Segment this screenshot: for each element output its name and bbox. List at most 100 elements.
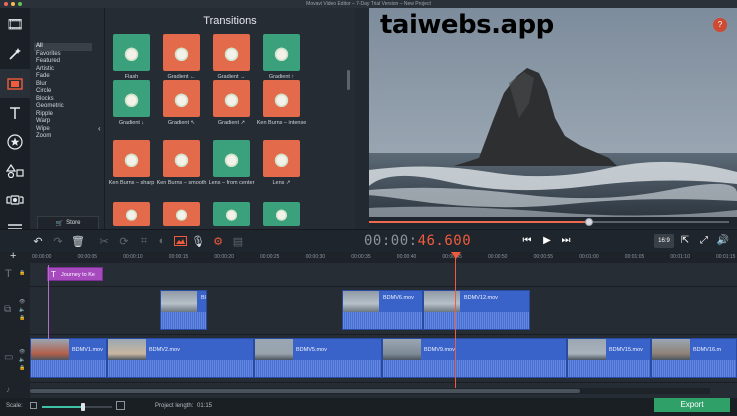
overlay-clip[interactable]: BDMV12.mov — [423, 290, 530, 330]
category-item[interactable]: Blur — [36, 81, 92, 89]
category-item[interactable]: Favorites — [36, 51, 92, 59]
transitions-scrollbar[interactable] — [347, 70, 350, 90]
minimize-window-button[interactable] — [11, 2, 15, 6]
video-track-icon: ▭ — [4, 352, 14, 363]
shapes-tool-button[interactable] — [0, 156, 30, 185]
lock-icon[interactable]: 🔒 — [19, 365, 25, 371]
category-item[interactable]: Zoom — [36, 133, 92, 141]
lock-icon[interactable]: 🔒 — [19, 270, 25, 276]
visibility-icon[interactable]: 👁 — [19, 349, 25, 355]
zoom-out-icon[interactable] — [30, 402, 37, 409]
lock-icon[interactable]: 🔒 — [19, 315, 25, 321]
titles-tool-button[interactable] — [0, 98, 30, 127]
category-item[interactable]: All — [34, 43, 92, 51]
playhead-handle[interactable] — [451, 252, 461, 259]
aspect-ratio-button[interactable]: 16:9 — [654, 234, 674, 248]
transition-thumbnail[interactable] — [113, 202, 150, 226]
category-item[interactable]: Featured — [36, 58, 92, 66]
title-clip[interactable]: T Journey to Ke — [47, 267, 103, 281]
previous-frame-button[interactable]: ⏮ — [519, 234, 535, 248]
close-window-button[interactable] — [4, 2, 8, 6]
zoom-pan-tool-button[interactable] — [0, 185, 30, 214]
category-item[interactable]: Ripple — [36, 111, 92, 119]
collapse-panel-button[interactable]: ‹ — [98, 124, 106, 134]
transition-thumbnail[interactable] — [163, 140, 200, 177]
playhead[interactable] — [455, 252, 456, 392]
redo-button[interactable]: ↷ — [50, 233, 66, 249]
clip-properties-button[interactable] — [172, 233, 188, 249]
zoom-slider-handle[interactable] — [80, 403, 85, 411]
transition-thumbnail[interactable] — [263, 202, 300, 226]
fullscreen-button[interactable]: ⤢ — [696, 234, 712, 248]
export-button[interactable]: Export — [654, 398, 730, 412]
rotate-button[interactable]: ⟳ — [116, 233, 132, 249]
crop-button[interactable]: ⌗ — [136, 233, 152, 249]
zoom-window-button[interactable] — [18, 2, 22, 6]
seek-bar[interactable] — [369, 217, 737, 227]
help-button[interactable]: ? — [713, 18, 727, 32]
shapes-icon — [6, 163, 24, 178]
transition-thumbnail[interactable] — [163, 202, 200, 226]
timeline-scroll-thumb[interactable] — [30, 389, 580, 393]
import-tool-button[interactable]: 🎞 — [0, 10, 30, 39]
video-clip[interactable]: BDMV16.m — [651, 338, 737, 378]
next-frame-button[interactable]: ⏭ — [558, 234, 574, 248]
transition-thumbnail[interactable] — [213, 140, 250, 177]
seek-handle[interactable] — [584, 218, 593, 226]
time-ruler[interactable]: 00:00:00 00:00:05 00:00:10 00:00:15 00:00:20… — [30, 252, 737, 263]
overlay-clip[interactable]: Bl — [160, 290, 207, 330]
watermark: taiwebs.app — [380, 10, 554, 40]
transition-thumbnail[interactable] — [263, 34, 300, 71]
store-button[interactable]: 🛒 Store — [37, 216, 99, 230]
mute-icon[interactable]: 🔈 — [19, 357, 25, 363]
timeline-scrollbar[interactable] — [30, 388, 710, 394]
transition-thumbnail[interactable] — [163, 80, 200, 117]
category-item[interactable]: Warp — [36, 118, 92, 126]
stickers-tool-button[interactable] — [0, 127, 30, 156]
export-frame-button[interactable]: ⇱ — [677, 234, 693, 248]
transition-thumbnail[interactable] — [263, 80, 300, 117]
category-item[interactable]: Fade — [36, 73, 92, 81]
category-item[interactable]: Geometric — [36, 103, 92, 111]
title-track[interactable]: T Journey to Ke — [30, 263, 737, 287]
audio-waveform — [383, 359, 566, 377]
category-item[interactable]: Artistic — [36, 66, 92, 74]
cut-button[interactable]: ✂ — [96, 233, 112, 249]
overlay-clip[interactable]: BDMV6.mov — [342, 290, 423, 330]
transition-thumbnail[interactable] — [213, 202, 250, 226]
video-clip[interactable]: BDMV15.mov — [567, 338, 651, 378]
visibility-icon[interactable]: 👁 — [19, 299, 25, 305]
category-item[interactable]: Circle — [36, 88, 92, 96]
add-track-button[interactable]: + — [0, 250, 30, 263]
color-adjust-button[interactable]: ◐ — [154, 233, 170, 249]
filters-tool-button[interactable] — [0, 39, 30, 68]
volume-button[interactable]: 🔊 — [715, 234, 731, 248]
transition-thumbnail[interactable] — [213, 34, 250, 71]
delete-button[interactable]: 🗑 — [70, 233, 86, 249]
image-icon — [173, 236, 187, 246]
zoom-in-icon[interactable] — [116, 401, 125, 410]
category-item[interactable]: Blocks — [36, 96, 92, 104]
transition-thumbnail[interactable] — [163, 34, 200, 71]
transition-thumbnail[interactable] — [263, 140, 300, 177]
main-track[interactable]: BDMV1.mov BDMV2.mov BDMV5.mov BDMV9.mov BDMV… — [30, 335, 737, 383]
overlay-track[interactable]: Bl BDMV6.mov BDMV12.mov — [30, 287, 737, 335]
transition-thumbnail[interactable] — [213, 80, 250, 117]
category-item[interactable]: Wipe — [36, 126, 92, 134]
transition-thumbnail[interactable] — [113, 140, 150, 177]
audio-waveform-button[interactable]: ▤ — [230, 233, 246, 249]
video-clip[interactable]: BDMV5.mov — [254, 338, 382, 378]
transition-thumbnail[interactable] — [113, 34, 150, 71]
play-button[interactable]: ▶ — [539, 234, 555, 248]
video-clip[interactable]: BDMV9.mov — [382, 338, 567, 378]
mute-icon[interactable]: 🔈 — [19, 307, 25, 313]
transition-thumbnail[interactable] — [113, 80, 150, 117]
video-clip[interactable]: BDMV1.mov — [30, 338, 107, 378]
record-audio-button[interactable]: 🎙 — [190, 233, 206, 249]
video-clip[interactable]: BDMV2.mov — [107, 338, 254, 378]
transitions-tool-button[interactable] — [0, 69, 30, 98]
undo-button[interactable]: ↶ — [30, 233, 46, 249]
bottom-bar: Scale: Project length: 01:15 — [0, 398, 737, 416]
title-clip-label: Journey to Ke — [61, 272, 95, 278]
settings-button[interactable]: ⚙ — [210, 233, 226, 249]
